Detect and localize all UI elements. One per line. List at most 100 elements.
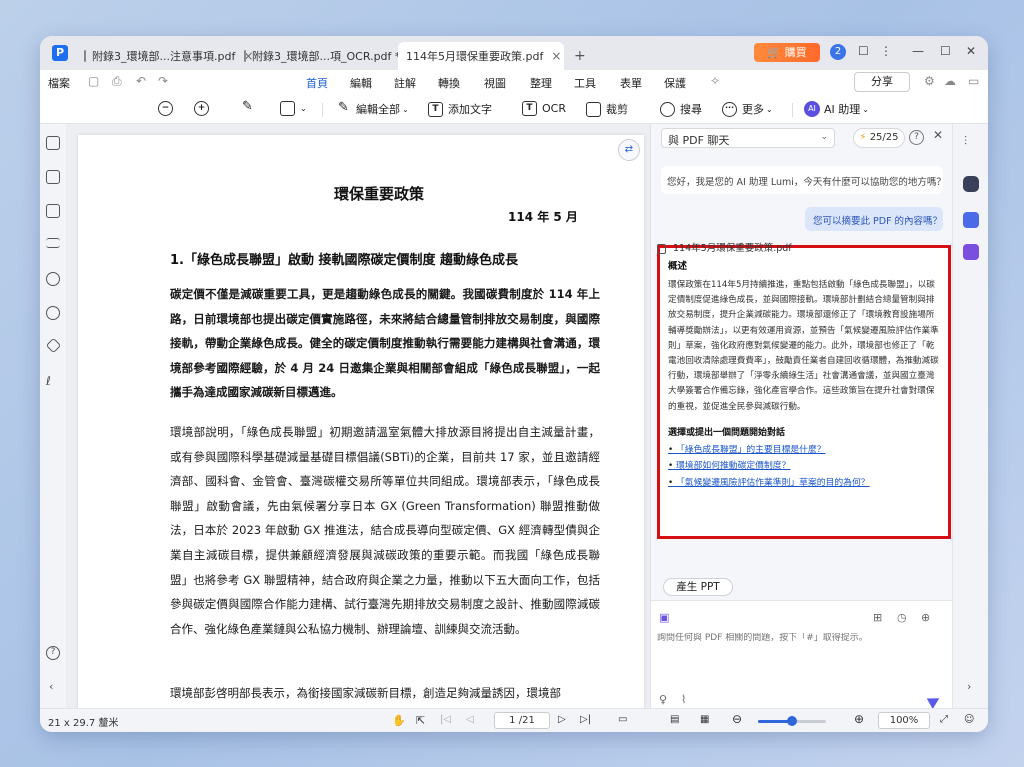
- send-icon[interactable]: [926, 693, 943, 709]
- search-sidebar-icon[interactable]: [46, 306, 60, 320]
- zoom-level[interactable]: 100%: [878, 712, 930, 729]
- more-label: 更多: [742, 103, 764, 116]
- add-text-label: 添加文字: [448, 103, 492, 116]
- zoom-in-icon[interactable]: ⊕: [854, 712, 864, 726]
- print-icon[interactable]: ⎙: [112, 74, 122, 89]
- quota-badge: ⚡ 25/25: [853, 128, 905, 148]
- search-button[interactable]: 搜尋: [660, 101, 702, 117]
- lightbulb-icon[interactable]: ✧: [710, 74, 720, 88]
- ai-assistant-button[interactable]: AI AI 助理 ⌄: [804, 101, 869, 117]
- chat-icon[interactable]: ☐: [858, 44, 869, 58]
- fit-width-icon[interactable]: ▭: [618, 714, 627, 725]
- menu-edit[interactable]: 編輯: [350, 75, 372, 91]
- prev-page-icon[interactable]: ◁: [466, 714, 474, 725]
- fullscreen-icon[interactable]: ⤢: [940, 714, 948, 725]
- attached-file: 114年5月環保重要政策.pdf: [657, 240, 792, 254]
- menu-view[interactable]: 視圖: [484, 75, 506, 91]
- chat-source-select[interactable]: 與 PDF 聊天 ⌄: [661, 128, 835, 148]
- history-icon[interactable]: ◷: [897, 611, 907, 624]
- feedback-icon[interactable]: ☺: [964, 714, 974, 725]
- kebab-menu-icon[interactable]: ⋮: [880, 44, 892, 58]
- attach-icon[interactable]: ⌇: [681, 693, 686, 706]
- attached-file-name: 114年5月環保重要政策.pdf: [673, 243, 792, 254]
- menu-protect[interactable]: 保護: [664, 75, 686, 91]
- document-viewport[interactable]: ⇄ 環保重要政策 114 年 5 月 1.「綠色成長聯盟」啟動 接軌國際碳定價制…: [66, 124, 650, 708]
- zoom-slider[interactable]: [758, 716, 826, 726]
- avatar[interactable]: 2: [830, 44, 846, 60]
- chat-input[interactable]: [657, 633, 947, 643]
- suggested-question[interactable]: 環境部如何推動碳定價制度？: [668, 458, 940, 475]
- more-button[interactable]: ··· 更多 ⌄: [722, 101, 773, 117]
- page-layout-icon[interactable]: ▤: [670, 714, 679, 725]
- maximize-icon[interactable]: ☐: [940, 44, 951, 58]
- menu-organize[interactable]: 整理: [530, 75, 552, 91]
- ocr-icon: T: [522, 101, 537, 116]
- signature-icon[interactable]: ℓ: [46, 374, 60, 388]
- panel-icon[interactable]: ▭: [968, 74, 979, 88]
- prompt-library-icon[interactable]: ▣: [659, 611, 669, 624]
- suggest-heading: 選擇或提出一個問題開始對話: [668, 427, 786, 438]
- new-chat-icon[interactable]: ⊞: [873, 611, 882, 624]
- suggested-question[interactable]: 「氣候變遷風險評估作業準則」草案的目的為何？: [668, 475, 940, 492]
- crop-button[interactable]: 裁剪: [586, 101, 628, 117]
- edit-all-button[interactable]: ✎ 編輯全部 ⌄: [336, 101, 409, 117]
- page-indicator[interactable]: 1 /21: [494, 712, 550, 729]
- tab-doc-1[interactable]: 附錄3_環境部...注意事項.pdf ×: [76, 42, 253, 70]
- menu-home[interactable]: 首頁: [306, 75, 328, 96]
- collapse-right-icon[interactable]: ›: [967, 680, 971, 693]
- translate-icon[interactable]: ⇄: [618, 139, 640, 161]
- last-page-icon[interactable]: ▷|: [580, 714, 591, 725]
- suggested-question[interactable]: 「綠色成長聯盟」的主要目標是什麼？: [668, 442, 940, 459]
- menu-tools[interactable]: 工具: [574, 75, 596, 91]
- shape-button[interactable]: ⌄: [280, 101, 307, 116]
- menu-comment[interactable]: 註解: [394, 75, 416, 91]
- comment-icon[interactable]: [46, 204, 60, 218]
- file-menu[interactable]: 檔案: [48, 75, 70, 91]
- undo-icon[interactable]: ↶: [136, 74, 146, 88]
- sliders-icon[interactable]: ⫶: [964, 134, 967, 149]
- next-page-icon[interactable]: ▷: [558, 714, 566, 725]
- zoom-out-button[interactable]: −: [158, 101, 178, 116]
- doc-title: 環保重要政策: [334, 185, 425, 203]
- help-icon[interactable]: ?: [46, 646, 60, 660]
- tab-doc-2[interactable]: 附錄3_環境部...項_OCR.pdf * ×: [236, 42, 418, 70]
- view-mode-icon[interactable]: ▦: [700, 714, 709, 725]
- share-button[interactable]: 分享: [854, 72, 910, 92]
- layers-icon[interactable]: [45, 337, 62, 354]
- help-icon[interactable]: ?: [909, 130, 924, 145]
- attachment-icon[interactable]: [46, 272, 60, 286]
- menu-convert[interactable]: 轉換: [438, 75, 460, 91]
- bookmark-icon[interactable]: [46, 170, 60, 184]
- checklist-icon[interactable]: [963, 244, 979, 260]
- layers-list-icon[interactable]: [46, 238, 60, 248]
- tab-doc-3-active[interactable]: 114年5月環保重要政策.pdf ×: [398, 42, 564, 70]
- lightbulb-icon[interactable]: ♀: [659, 693, 667, 706]
- generate-ppt-button[interactable]: 產生 PPT: [663, 578, 733, 596]
- cloud-upload-icon[interactable]: ☁: [944, 74, 956, 88]
- close-window-icon[interactable]: ✕: [966, 44, 976, 58]
- page-thumbnail-icon[interactable]: [46, 136, 60, 150]
- zoom-in-button[interactable]: +: [194, 101, 214, 116]
- zoom-slider-knob[interactable]: [787, 716, 797, 726]
- add-icon[interactable]: ⊕: [921, 611, 930, 624]
- minimize-icon[interactable]: —: [912, 44, 924, 58]
- highlight-button[interactable]: ✎: [240, 100, 260, 116]
- tab-close-icon[interactable]: ×: [543, 49, 561, 63]
- collapse-left-icon[interactable]: ‹: [49, 680, 53, 693]
- ai-bot-icon[interactable]: [963, 176, 979, 192]
- hand-tool-icon[interactable]: ✋: [392, 714, 406, 727]
- save-icon[interactable]: ▢: [88, 74, 99, 88]
- new-tab-icon[interactable]: +: [574, 48, 586, 64]
- select-tool-icon[interactable]: ⇱: [416, 714, 425, 727]
- first-page-icon[interactable]: |◁: [440, 714, 451, 725]
- add-text-button[interactable]: T 添加文字: [428, 101, 492, 117]
- translate-ai-icon[interactable]: [963, 212, 979, 228]
- ocr-button[interactable]: T OCR: [522, 101, 566, 116]
- close-panel-icon[interactable]: ✕: [933, 128, 943, 142]
- buy-button[interactable]: 🛒 購買: [754, 43, 820, 62]
- app-window: P 附錄3_環境部...注意事項.pdf × 附錄3_環境部...項_OCR.p…: [40, 36, 988, 732]
- zoom-out-icon[interactable]: ⊖: [732, 712, 742, 726]
- redo-icon[interactable]: ↷: [158, 74, 168, 88]
- settings-icon[interactable]: ⚙: [924, 74, 935, 88]
- menu-forms[interactable]: 表單: [620, 75, 642, 91]
